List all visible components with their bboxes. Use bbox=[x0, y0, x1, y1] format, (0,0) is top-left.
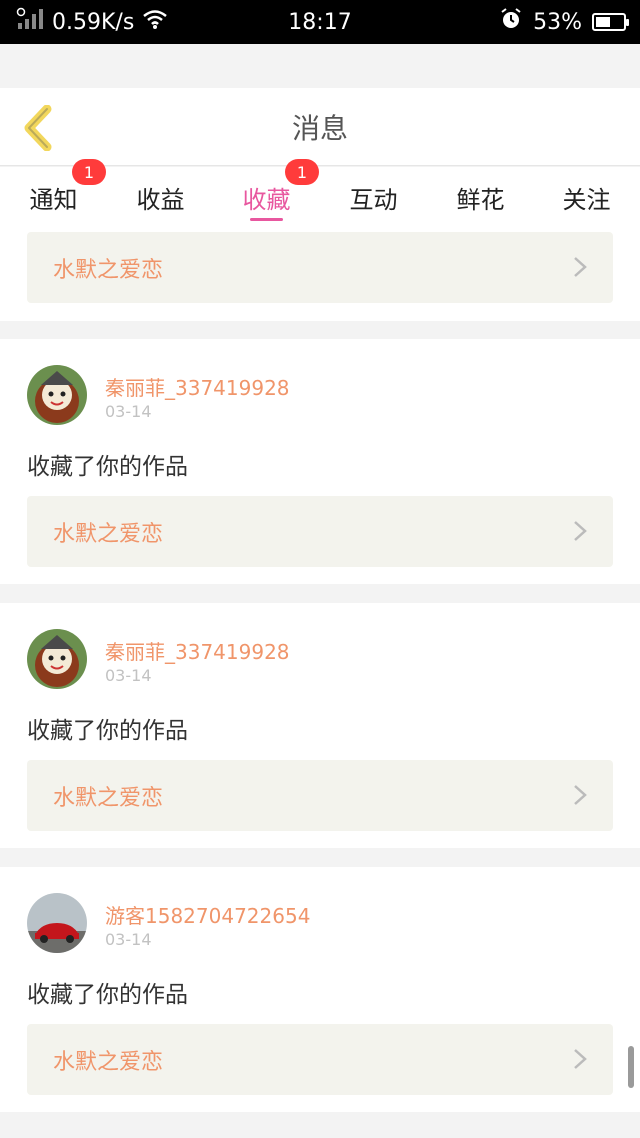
status-right: 53% bbox=[499, 0, 629, 44]
username[interactable]: 秦丽菲_337419928 bbox=[105, 636, 290, 665]
tab-flowers[interactable]: 鲜花 bbox=[427, 167, 534, 225]
tab-earnings[interactable]: 收益 bbox=[107, 167, 214, 225]
tab-favorites[interactable]: 收藏 1 bbox=[213, 159, 320, 225]
screen: 0.59K/s 18:17 53% 消息 通知 1 收益 收藏 1 互动 鲜花 … bbox=[0, 0, 640, 1138]
message-card: 水默之爱恋 bbox=[0, 225, 640, 321]
chevron-right-icon bbox=[574, 521, 587, 541]
work-link[interactable]: 水默之爱恋 bbox=[27, 232, 613, 303]
tab-label: 通知 bbox=[29, 186, 78, 214]
page-title: 消息 bbox=[291, 112, 348, 145]
message-card: 秦丽菲_337419928 03-14 收藏了你的作品 水默之爱恋 bbox=[0, 339, 640, 584]
work-link[interactable]: 水默之爱恋 bbox=[27, 1024, 613, 1095]
work-title: 水默之爱恋 bbox=[53, 785, 164, 811]
tab-label: 收益 bbox=[136, 186, 185, 214]
unread-badge: 1 bbox=[285, 159, 319, 185]
work-title: 水默之爱恋 bbox=[53, 521, 164, 547]
battery-icon bbox=[592, 13, 629, 31]
tab-notice[interactable]: 通知 1 bbox=[0, 159, 107, 225]
alarm-icon bbox=[499, 7, 523, 37]
action-text: 收藏了你的作品 bbox=[27, 718, 188, 744]
chevron-right-icon bbox=[574, 1049, 587, 1069]
message-card: 游客1582704722654 03-14 收藏了你的作品 水默之爱恋 bbox=[0, 867, 640, 1112]
avatar[interactable] bbox=[27, 629, 87, 689]
timestamp: 03-14 bbox=[105, 402, 152, 421]
username[interactable]: 游客1582704722654 bbox=[105, 900, 310, 929]
work-link[interactable]: 水默之爱恋 bbox=[27, 760, 613, 831]
tab-label: 互动 bbox=[349, 186, 398, 214]
nav-header: 消息 bbox=[0, 88, 640, 166]
avatar[interactable] bbox=[27, 893, 87, 953]
unread-badge: 1 bbox=[72, 159, 106, 185]
tab-interaction[interactable]: 互动 bbox=[320, 167, 427, 225]
username[interactable]: 秦丽菲_337419928 bbox=[105, 372, 290, 401]
scrollbar[interactable] bbox=[628, 1046, 634, 1088]
action-text: 收藏了你的作品 bbox=[27, 982, 188, 1008]
work-title: 水默之爱恋 bbox=[53, 1049, 164, 1075]
timestamp: 03-14 bbox=[105, 930, 152, 949]
chevron-right-icon bbox=[574, 257, 587, 277]
work-title: 水默之爱恋 bbox=[53, 257, 164, 283]
timestamp: 03-14 bbox=[105, 666, 152, 685]
avatar[interactable] bbox=[27, 365, 87, 425]
status-bar: 0.59K/s 18:17 53% bbox=[0, 0, 640, 44]
battery-percent: 53% bbox=[533, 9, 582, 35]
tab-bar: 通知 1 收益 收藏 1 互动 鲜花 关注 bbox=[0, 159, 640, 225]
action-text: 收藏了你的作品 bbox=[27, 454, 188, 480]
tab-following[interactable]: 关注 bbox=[533, 167, 640, 225]
battery-fill bbox=[596, 17, 610, 27]
tab-label: 鲜花 bbox=[456, 186, 505, 214]
message-card: 秦丽菲_337419928 03-14 收藏了你的作品 水默之爱恋 bbox=[0, 603, 640, 848]
work-link[interactable]: 水默之爱恋 bbox=[27, 496, 613, 567]
tab-label: 关注 bbox=[562, 186, 611, 214]
chevron-right-icon bbox=[574, 785, 587, 805]
active-tab-indicator bbox=[250, 218, 283, 221]
